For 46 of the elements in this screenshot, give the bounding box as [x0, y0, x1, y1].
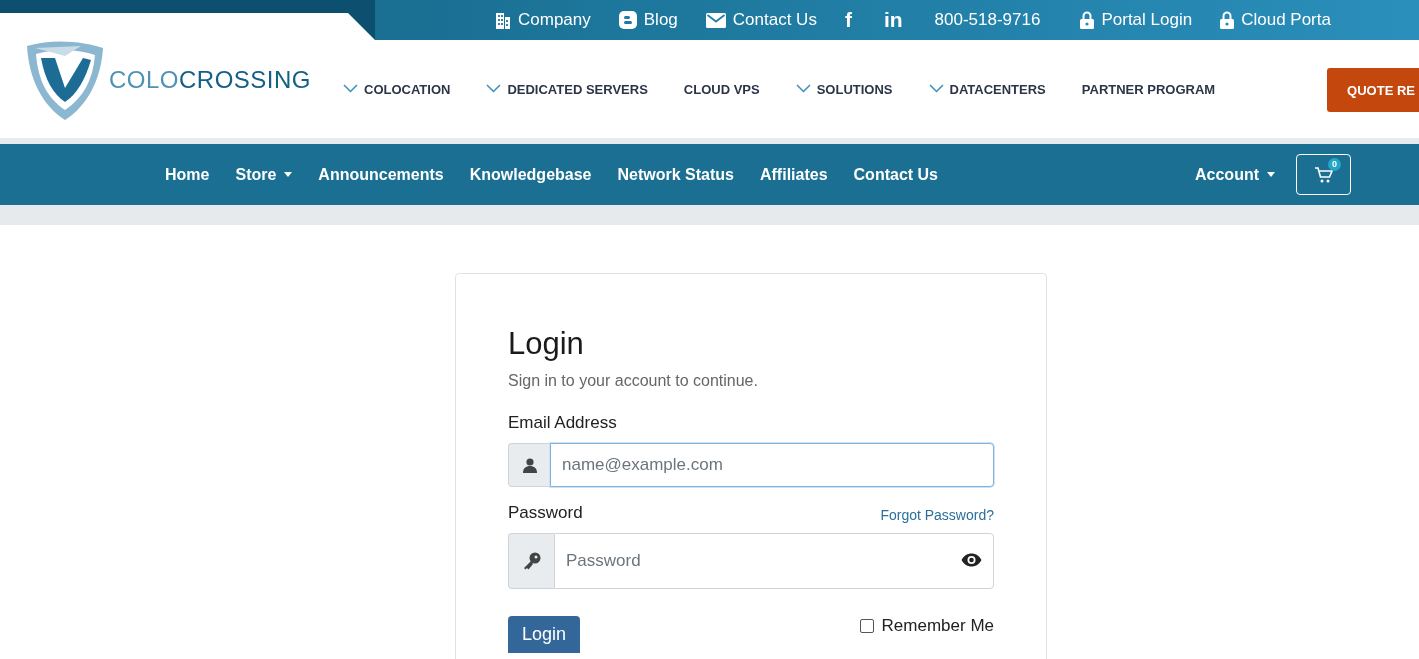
nav-link[interactable]: DEDICATED SERVERS: [486, 81, 648, 97]
email-field[interactable]: name@example.com: [550, 443, 994, 487]
social-link[interactable]: f: [844, 8, 852, 32]
nav-link[interactable]: SOLUTIONS: [795, 81, 893, 97]
logo-wordmark: COLOCROSSING: [109, 66, 312, 94]
nav-link[interactable]: PARTNER PROGRAM: [1081, 81, 1216, 97]
top-link[interactable]: Cloud Porta: [1220, 10, 1331, 30]
forgot-password-link[interactable]: Forgot Password?: [880, 507, 994, 523]
nav-link[interactable]: COLOCATION: [343, 81, 451, 97]
top-link[interactable]: Portal Login: [1080, 10, 1193, 30]
login-subtitle: Sign in to your account to continue.: [508, 372, 759, 390]
nav-link[interactable]: Affiliates: [747, 165, 841, 184]
nav-link[interactable]: CLOUD VPS: [683, 81, 760, 97]
top-link[interactable]: Contact Us: [705, 10, 817, 30]
mail-icon: [705, 12, 726, 28]
login-title: Login: [508, 326, 585, 362]
phone-number: 800-518-9716: [934, 10, 1041, 30]
email-label: Email Address: [508, 413, 618, 433]
cart-icon: [1314, 166, 1333, 183]
blog-icon: [618, 11, 637, 29]
social-link[interactable]: in: [883, 8, 903, 32]
nav-link[interactable]: Home: [152, 165, 223, 184]
key-icon: [522, 552, 541, 570]
nav-link[interactable]: Announcements: [305, 165, 457, 184]
remember-checkbox[interactable]: [859, 619, 874, 633]
lock-icon: [1220, 11, 1235, 29]
top-link[interactable]: Company: [495, 10, 591, 30]
remember-me-label: Remember Me: [881, 616, 994, 636]
quote-button[interactable]: QUOTE RE: [1327, 68, 1419, 112]
nav-link[interactable]: Knowledgebase: [456, 165, 605, 184]
nav-link[interactable]: DATACENTERS: [928, 81, 1046, 97]
top-link[interactable]: Blog: [618, 10, 678, 30]
building-icon: [495, 11, 511, 29]
password-label: Password: [508, 503, 583, 523]
nav-link[interactable]: Network Status: [604, 165, 747, 184]
cart-button[interactable]: 0: [1296, 154, 1351, 195]
login-button[interactable]: Login: [508, 616, 581, 653]
user-icon: [522, 457, 537, 473]
lock-icon: [1080, 11, 1095, 29]
account-menu[interactable]: Account: [1182, 165, 1288, 184]
cart-count-badge: 0: [1328, 158, 1341, 171]
nav-link[interactable]: Contact Us: [840, 165, 951, 184]
shield-logo-icon: [25, 40, 105, 120]
password-field[interactable]: Password: [554, 533, 994, 589]
nav-link[interactable]: Store: [222, 165, 306, 184]
eye-icon[interactable]: [961, 553, 982, 567]
